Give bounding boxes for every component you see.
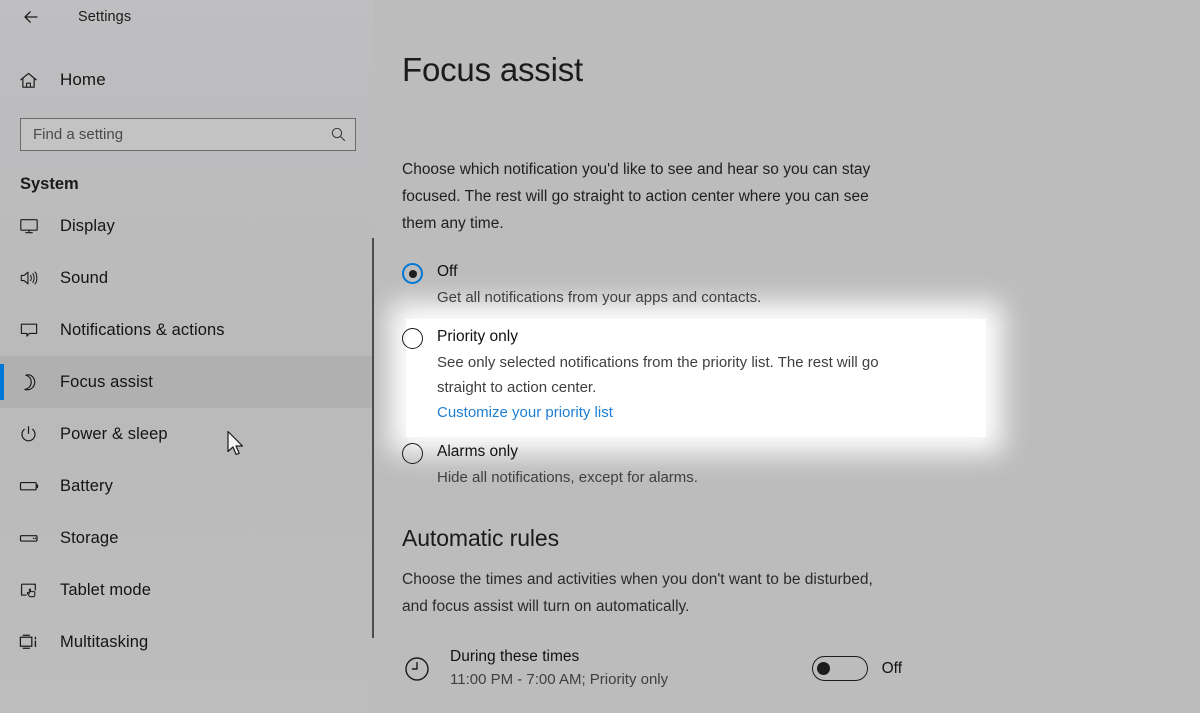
- radio-label: Off: [437, 263, 458, 281]
- automatic-rules-section: Automatic rules Choose the times and act…: [402, 525, 1200, 691]
- radio-indicator-priority-only[interactable]: [402, 328, 423, 350]
- sidebar-item-power-and-sleep[interactable]: Power & sleep: [0, 408, 374, 460]
- rule-name: During these times: [450, 648, 580, 666]
- rule-toggle-wrap: Off: [811, 656, 902, 682]
- sidebar-item-multitasking[interactable]: Multitasking: [0, 616, 374, 668]
- main-content: Focus assist Choose which notification y…: [374, 0, 1200, 713]
- rule-texts: During these times 11:00 PM - 7:00 AM; P…: [450, 646, 812, 691]
- radio-option-off[interactable]: Off Get all notifications from your apps…: [402, 261, 1200, 310]
- sidebar-item-storage[interactable]: Storage: [0, 512, 374, 564]
- back-arrow-icon[interactable]: [18, 4, 44, 30]
- sidebar-item-label: Notifications & actions: [60, 320, 225, 339]
- multitasking-icon: [18, 630, 48, 654]
- radio-indicator-off[interactable]: [402, 263, 423, 285]
- page-title: Focus assist: [402, 51, 583, 88]
- sidebar-item-tablet-mode[interactable]: Tablet mode: [0, 564, 374, 616]
- window-title: Settings: [78, 9, 132, 25]
- page-description: Choose which notification you'd like to …: [402, 161, 871, 233]
- radio-label: Alarms only: [437, 443, 518, 461]
- search-icon[interactable]: [330, 126, 347, 143]
- radio-option-alarms-only[interactable]: Alarms only Hide all notifications, exce…: [402, 441, 1200, 490]
- sidebar-item-label: Power & sleep: [60, 424, 168, 443]
- sidebar-item-home[interactable]: Home: [0, 56, 374, 104]
- radio-label: Priority only: [437, 328, 518, 346]
- sidebar-item-label: Tablet mode: [60, 580, 151, 599]
- monitor-icon: [18, 214, 48, 238]
- chat-bubble-icon: [18, 318, 48, 342]
- automatic-rules-title: Automatic rules: [402, 525, 560, 552]
- settings-window: Settings Home System: [0, 0, 1200, 713]
- radio-indicator-alarms-only[interactable]: [402, 443, 423, 465]
- drive-icon: [18, 526, 48, 550]
- clock-icon: [402, 654, 432, 684]
- selection-accent-bar: [0, 364, 4, 400]
- sidebar-item-battery[interactable]: Battery: [0, 460, 374, 512]
- rule-toggle-label: Off: [881, 659, 902, 677]
- speaker-icon: [18, 266, 48, 290]
- rule-detail: 11:00 PM - 7:00 AM; Priority only: [450, 671, 669, 689]
- sidebar-item-label: Storage: [60, 528, 119, 547]
- rule-toggle-switch[interactable]: [811, 656, 868, 682]
- search-box[interactable]: [20, 118, 356, 151]
- automatic-rules-description: Choose the times and activities when you…: [402, 571, 873, 616]
- sidebar: Settings Home System: [0, 0, 374, 713]
- radio-description: See only selected notifications from the…: [437, 354, 879, 397]
- sidebar-item-display[interactable]: Display: [0, 200, 374, 252]
- home-icon: [18, 68, 48, 92]
- focus-level-radio-group: Off Get all notifications from your apps…: [402, 261, 1200, 490]
- radio-description: Hide all notifications, except for alarm…: [437, 469, 698, 487]
- moon-icon: [18, 370, 48, 394]
- tablet-hand-icon: [18, 578, 48, 602]
- sidebar-item-label: Display: [60, 216, 115, 235]
- sidebar-item-label: Sound: [60, 268, 109, 287]
- customize-priority-list-link[interactable]: Customize your priority list: [437, 400, 613, 425]
- battery-icon: [18, 474, 48, 498]
- sidebar-item-label: Multitasking: [60, 632, 149, 651]
- sidebar-item-notifications-and-actions[interactable]: Notifications & actions: [0, 304, 374, 356]
- window-titlebar: Settings: [0, 0, 374, 34]
- radio-option-priority-only[interactable]: Priority only See only selected notifica…: [402, 326, 1200, 425]
- power-icon: [18, 422, 48, 446]
- sidebar-item-sound[interactable]: Sound: [0, 252, 374, 304]
- sidebar-item-label: Focus assist: [60, 372, 153, 391]
- sidebar-item-focus-assist[interactable]: Focus assist: [0, 356, 374, 408]
- search-input[interactable]: [33, 126, 330, 143]
- rule-row-during-these-times[interactable]: During these times 11:00 PM - 7:00 AM; P…: [402, 646, 902, 691]
- radio-description: Get all notifications from your apps and…: [437, 289, 762, 307]
- sidebar-section-heading: System: [20, 175, 79, 193]
- sidebar-item-label: Home: [60, 70, 106, 89]
- sidebar-item-label: Battery: [60, 476, 113, 495]
